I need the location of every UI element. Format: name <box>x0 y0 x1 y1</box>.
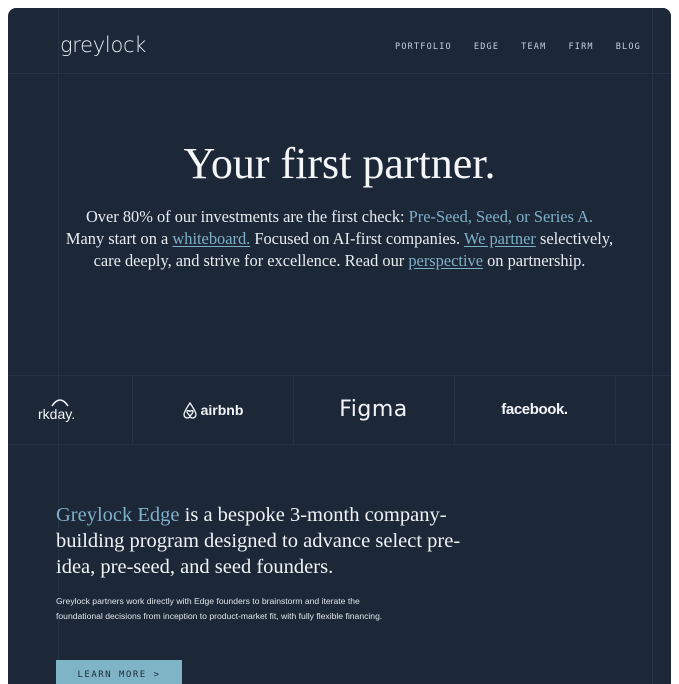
grid-line <box>615 375 616 444</box>
page-frame: greylock PORTFOLIO EDGE TEAM FIRM BLOG Y… <box>8 8 671 684</box>
figma-logo[interactable]: Figma <box>293 375 454 444</box>
edge-headline: Greylock Edge is a bespoke 3-month compa… <box>56 502 486 580</box>
hero-title: Your first partner. <box>183 139 496 188</box>
nav-team[interactable]: TEAM <box>521 42 546 52</box>
facebook-logo-text: facebook. <box>501 401 568 418</box>
figma-logo-text: Figma <box>339 397 408 422</box>
nav-firm[interactable]: FIRM <box>568 42 593 52</box>
grid-line <box>58 8 59 684</box>
greylock-edge-link[interactable]: Greylock Edge <box>56 504 180 526</box>
whiteboard-link[interactable]: whiteboard. <box>172 229 250 248</box>
nav-blog[interactable]: BLOG <box>616 42 641 52</box>
greylock-logo[interactable]: greylock <box>60 33 146 57</box>
hero-text: on partnership. <box>482 251 586 270</box>
workday-logo-text: rkday. <box>38 405 76 422</box>
funding-stages-link[interactable]: Pre-Seed, Seed, or Series A. <box>409 207 593 226</box>
learn-more-button[interactable]: LEARN MORE > <box>56 660 182 684</box>
workday-logo[interactable]: rkday. <box>8 375 132 444</box>
hero-text: Many start on a <box>65 229 173 248</box>
hero-text: Over 80% of our investments are the firs… <box>85 207 409 226</box>
perspective-link[interactable]: perspective <box>408 251 483 270</box>
grid-line <box>652 8 653 684</box>
we-partner-link[interactable]: We partner <box>464 229 536 248</box>
nav-edge[interactable]: EDGE <box>474 42 499 52</box>
portfolio-logo-strip: rkday. airbnb Figma facebook. <box>8 375 671 444</box>
facebook-logo[interactable]: facebook. <box>454 375 615 444</box>
main-nav: PORTFOLIO EDGE TEAM FIRM BLOG <box>395 42 641 52</box>
airbnb-logo-text: airbnb <box>200 401 244 418</box>
workday-arc-icon <box>51 399 69 407</box>
hero-description: Over 80% of our investments are the firs… <box>63 206 616 272</box>
airbnb-logo[interactable]: airbnb <box>132 375 293 444</box>
hero-text: Focused on AI-first companies. <box>250 229 464 248</box>
nav-portfolio[interactable]: PORTFOLIO <box>395 42 452 52</box>
grid-line <box>8 444 671 445</box>
edge-description: Greylock partners work directly with Edg… <box>56 596 383 621</box>
grid-line <box>8 73 671 74</box>
airbnb-icon <box>182 401 197 419</box>
